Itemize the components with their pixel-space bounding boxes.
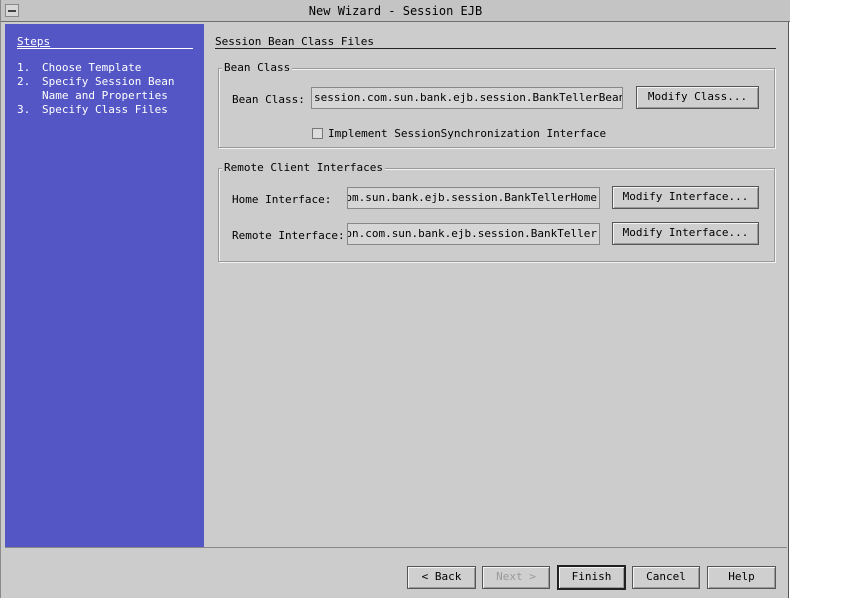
next-button[interactable]: Next > [482, 566, 550, 589]
step-label: Specify Class Files [42, 103, 168, 116]
help-button[interactable]: Help [707, 566, 776, 589]
back-button[interactable]: < Back [407, 566, 476, 589]
modify-home-interface-button[interactable]: Modify Interface... [612, 186, 759, 209]
remote-interface-value: session.com.sun.bank.ejb.session.BankTel… [347, 227, 597, 240]
finish-button[interactable]: Finish [557, 565, 626, 590]
step-3: 3. Specify Class Files [17, 103, 168, 117]
button-bar-divider [5, 547, 787, 548]
modify-remote-interface-button[interactable]: Modify Interface... [612, 222, 759, 245]
home-interface-label: Home Interface: [232, 193, 332, 206]
step-2: 2. Specify Session Bean [17, 75, 174, 89]
step-number: 1. [17, 61, 31, 74]
bean-class-group: Bean Class Bean Class: session.com.sun.b… [218, 61, 775, 148]
step-label: Name and Properties [42, 89, 168, 102]
session-sync-checkbox[interactable] [312, 128, 323, 139]
remote-interfaces-group: Remote Client Interfaces Home Interface:… [218, 161, 775, 262]
bean-class-group-label: Bean Class [222, 61, 293, 74]
step-number: 2. [17, 75, 31, 88]
page-title-divider [215, 48, 776, 49]
modify-class-button[interactable]: Modify Class... [636, 86, 759, 109]
wizard-window: New Wizard - Session EJB Steps 1. Choose … [0, 0, 790, 598]
bean-class-label: Bean Class: [232, 93, 305, 106]
step-number: 3. [17, 103, 31, 116]
step-2-continued: Name and Properties [17, 89, 168, 103]
cancel-button[interactable]: Cancel [632, 566, 700, 589]
remote-interface-field[interactable]: session.com.sun.bank.ejb.session.BankTel… [347, 223, 600, 245]
steps-divider [17, 48, 193, 49]
step-label: Specify Session Bean [42, 75, 175, 88]
title-bar[interactable]: New Wizard - Session EJB [1, 0, 790, 22]
step-1: 1. Choose Template [17, 61, 141, 75]
content-panel: Session Bean Class Files Bean Class Bean… [204, 24, 788, 547]
home-interface-value: session.com.sun.bank.ejb.session.BankTel… [348, 191, 597, 204]
remote-interfaces-group-label: Remote Client Interfaces [222, 161, 385, 174]
step-label: Choose Template [42, 61, 142, 74]
remote-interface-label: Remote Interface: [232, 229, 345, 242]
bean-class-field[interactable]: session.com.sun.bank.ejb.session.BankTel… [311, 87, 623, 109]
home-interface-field[interactable]: session.com.sun.bank.ejb.session.BankTel… [347, 187, 600, 209]
window-title: New Wizard - Session EJB [308, 4, 483, 18]
session-sync-label[interactable]: Implement SessionSynchronization Interfa… [328, 127, 606, 140]
steps-panel: Steps 1. Choose Template 2. Specify Sessio… [5, 24, 204, 547]
steps-title: Steps [17, 35, 51, 48]
page-title: Session Bean Class Files [215, 35, 374, 48]
